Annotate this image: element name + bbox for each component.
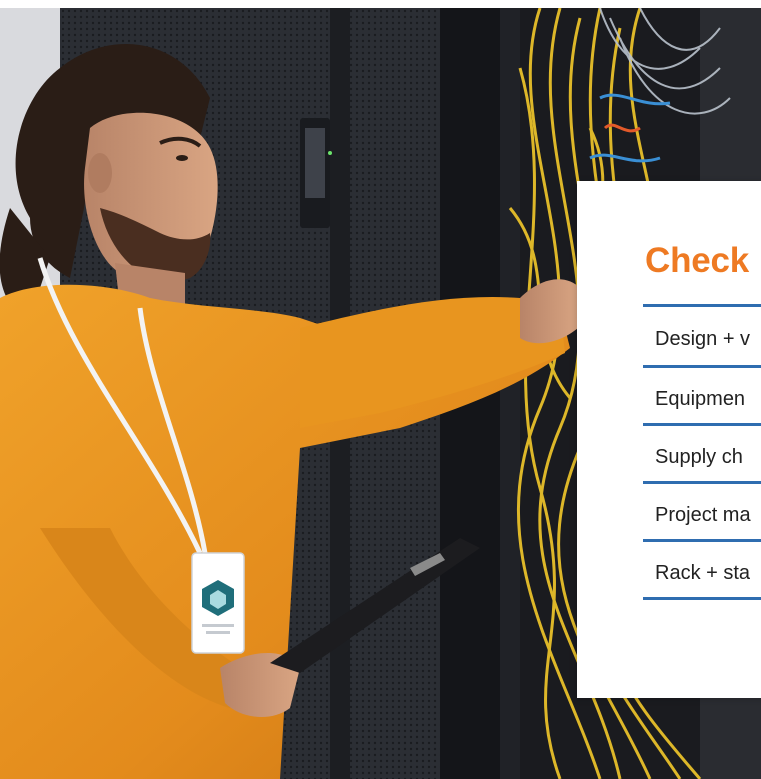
list-item[interactable]: Rack + sta — [643, 542, 761, 600]
list-item[interactable]: Equipmen — [643, 368, 761, 426]
services-list: Design + v Equipmen Supply ch Project ma… — [643, 304, 761, 600]
card-title: Check — [645, 241, 750, 280]
id-badge-icon — [191, 552, 245, 654]
list-item[interactable]: Project ma — [643, 484, 761, 542]
list-item[interactable]: Design + v — [643, 307, 761, 368]
services-check-card: Check Design + v Equipmen Supply ch Proj… — [577, 181, 761, 698]
list-item[interactable]: Supply ch — [643, 426, 761, 484]
page: Check Design + v Equipmen Supply ch Proj… — [0, 0, 761, 779]
